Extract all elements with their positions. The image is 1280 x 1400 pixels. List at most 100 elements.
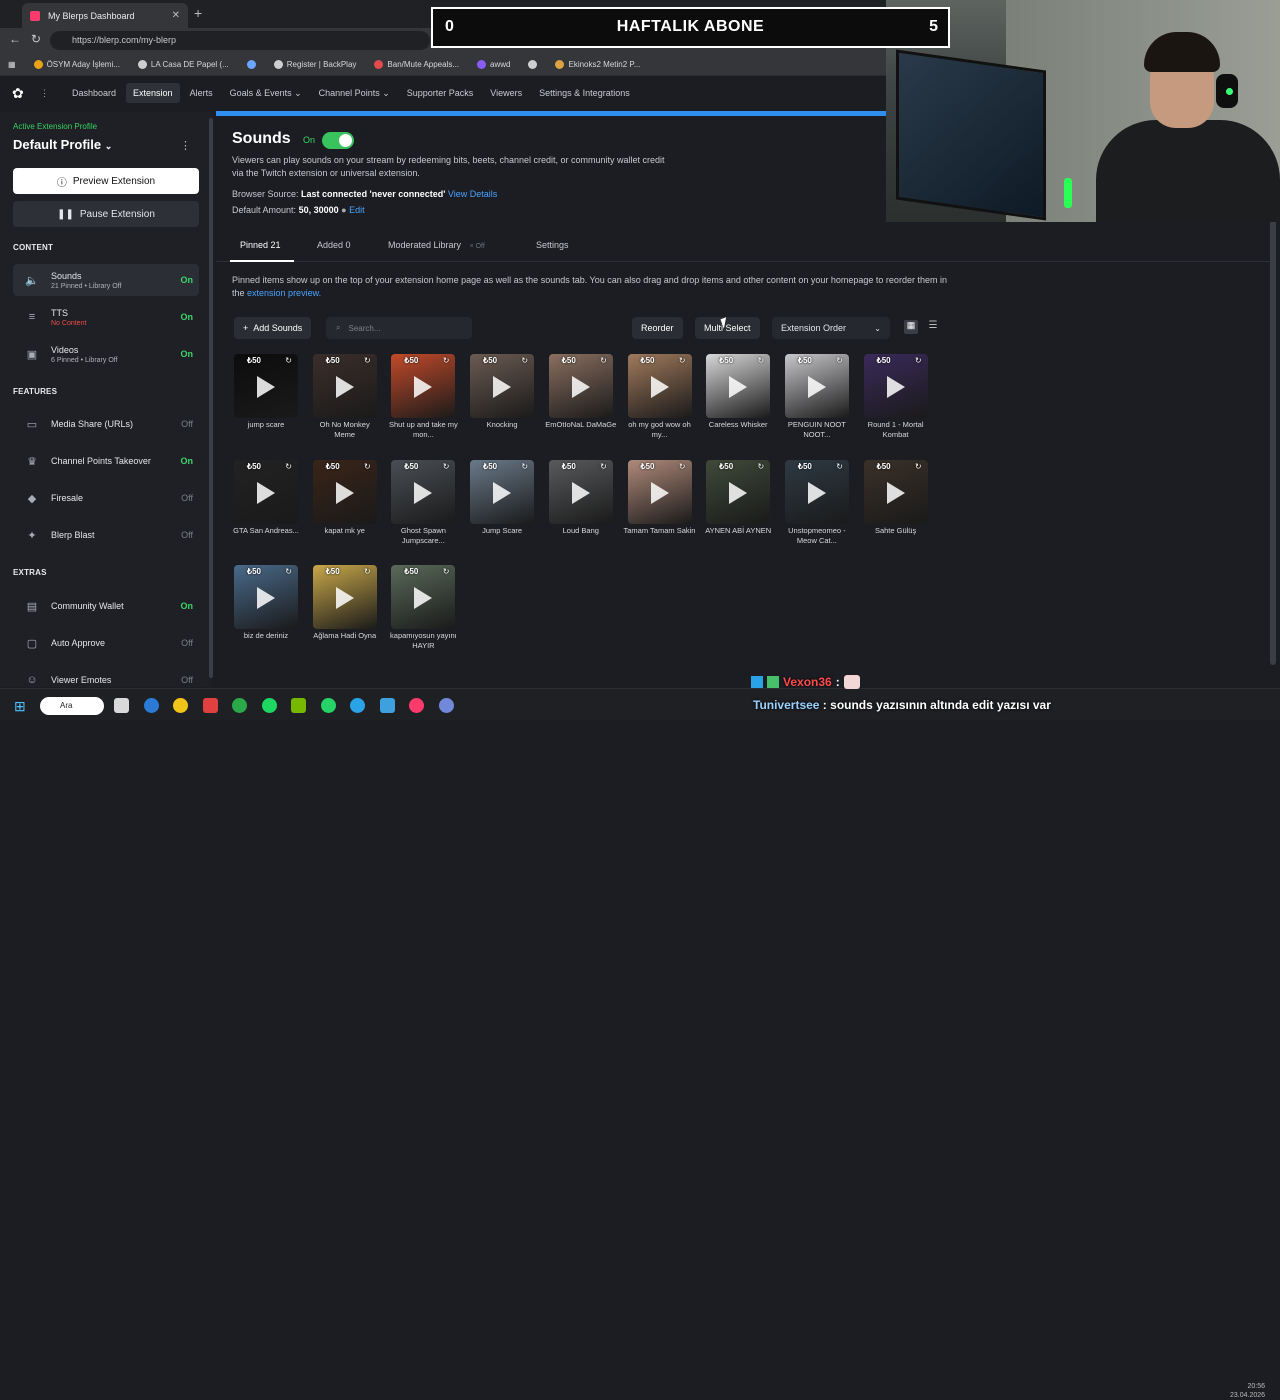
grid-view-icon[interactable]: ▦ [904, 320, 918, 334]
replay-icon[interactable]: ↻ [679, 462, 686, 471]
sidebar-item-firesale[interactable]: ◆ Firesale Off [13, 482, 199, 514]
sound-card[interactable]: ₺50 ↻ Round 1 - Mortal Kombat [863, 354, 928, 444]
apps-icon[interactable]: ▦ [8, 60, 16, 69]
sidebar-item-auto-approve[interactable]: ▢ Auto Approve Off [13, 627, 199, 659]
sidebar-item-blerp-blast[interactable]: ✦ Blerp Blast Off [13, 519, 199, 551]
replay-icon[interactable]: ↻ [600, 356, 607, 365]
play-icon[interactable] [886, 376, 905, 398]
sound-thumbnail[interactable]: ₺50 ↻ [863, 354, 928, 418]
replay-icon[interactable]: ↻ [600, 462, 607, 471]
replay-icon[interactable]: ↻ [285, 356, 292, 365]
bookmark-item[interactable]: Ban/Mute Appeals... [374, 59, 459, 69]
sidebar-item-sounds[interactable]: 🔈 Sounds 21 Pinned • Library Off On [13, 264, 199, 296]
profile-dropdown[interactable]: Default Profile ⌄ [13, 137, 112, 152]
sound-card[interactable]: ₺50 ↻ Unstopmeomeo - Meow Cat... [784, 459, 849, 550]
replay-icon[interactable]: ↻ [364, 356, 371, 365]
tab-added[interactable]: Added 0 [317, 240, 351, 250]
play-icon[interactable] [650, 481, 669, 504]
replay-icon[interactable]: ↻ [443, 356, 450, 365]
replay-icon[interactable]: ↻ [285, 567, 292, 576]
close-tab-icon[interactable]: ✕ [172, 10, 180, 21]
play-icon[interactable] [807, 376, 826, 398]
taskbar-app-icon[interactable] [202, 698, 218, 713]
play-icon[interactable] [335, 587, 354, 609]
sound-card[interactable]: ₺50 ↻ Tamam Tamam Sakin [624, 459, 695, 550]
play-icon[interactable] [729, 376, 748, 398]
bookmark-item[interactable] [528, 59, 538, 69]
bookmark-item[interactable]: ÖSYM Aday İşlemi... [33, 59, 120, 69]
play-icon[interactable] [335, 481, 354, 504]
replay-icon[interactable]: ↻ [915, 462, 922, 471]
sound-card[interactable]: ₺50 ↻ EmOtIoNaL DaMaGe [545, 354, 616, 444]
play-icon[interactable] [335, 376, 354, 398]
sound-card[interactable]: ₺50 ↻ Knocking [470, 354, 535, 444]
sound-card[interactable]: ₺50 ↻ Shut up and take my mon... [389, 354, 458, 444]
sidebar-scrollbar[interactable] [209, 118, 213, 678]
taskbar-app-icon[interactable] [350, 698, 365, 713]
replay-icon[interactable]: ↻ [521, 356, 528, 365]
sound-card[interactable]: ₺50 ↻ GTA San Andreas... [233, 459, 299, 550]
taskbar-app-icon[interactable] [143, 698, 159, 713]
replay-icon[interactable]: ↻ [521, 462, 528, 471]
sound-thumbnail[interactable]: ₺50 ↻ [312, 565, 377, 629]
sidebar-item-channel-points-takeover[interactable]: ♛ Channel Points Takeover On [13, 445, 199, 477]
view-details-link[interactable]: View Details [448, 189, 497, 199]
sound-card[interactable]: ₺50 ↻ Oh No Monkey Meme [312, 354, 377, 444]
taskbar-search[interactable]: Ara [40, 697, 104, 715]
replay-icon[interactable]: ↻ [679, 356, 686, 365]
sound-card[interactable]: ₺50 ↻ Ağlama Hadi Oyna [312, 565, 377, 655]
sound-thumbnail[interactable]: ₺50 ↻ [548, 459, 613, 524]
search-input[interactable]: ⌕ Search... [326, 317, 472, 339]
sound-thumbnail[interactable]: ₺50 ↻ [391, 459, 456, 524]
play-icon[interactable] [414, 587, 433, 609]
bookmark-item[interactable]: Ekinoks2 Metin2 P... [555, 59, 640, 69]
sound-thumbnail[interactable]: ₺50 ↻ [627, 354, 692, 418]
replay-icon[interactable]: ↻ [836, 356, 843, 365]
nav-item-alerts[interactable]: Alerts [183, 83, 220, 103]
play-icon[interactable] [414, 481, 433, 504]
sound-card[interactable]: ₺50 ↻ Careless Whisker [706, 354, 771, 444]
sound-card[interactable]: ₺50 ↻ Loud Bang [548, 459, 613, 550]
taskbar-app-icon[interactable] [409, 698, 424, 713]
taskbar-app-icon[interactable] [232, 698, 247, 713]
play-icon[interactable] [571, 376, 590, 398]
replay-icon[interactable]: ↻ [836, 462, 843, 471]
sound-thumbnail[interactable]: ₺50 ↻ [312, 354, 377, 418]
reorder-button[interactable]: Reorder [632, 317, 683, 339]
sound-thumbnail[interactable]: ₺50 ↻ [706, 459, 771, 524]
sound-thumbnail[interactable]: ₺50 ↻ [470, 354, 535, 418]
play-icon[interactable] [257, 587, 275, 609]
sidebar-item-community-wallet[interactable]: ▤ Community Wallet On [13, 590, 199, 622]
blerp-logo-icon[interactable]: ✿ [12, 85, 28, 101]
sound-thumbnail[interactable]: ₺50 ↻ [548, 354, 613, 418]
replay-icon[interactable]: ↻ [757, 356, 764, 365]
list-view-icon[interactable]: ☰ [926, 320, 940, 334]
sound-card[interactable]: ₺50 ↻ PENGUIN NOOT NOOT... [784, 354, 849, 444]
play-icon[interactable] [257, 376, 275, 398]
nav-item-goals-events[interactable]: Goals & Events ⌄ [223, 83, 309, 104]
play-icon[interactable] [493, 481, 512, 504]
nav-item-supporter-packs[interactable]: Supporter Packs [400, 83, 481, 103]
new-tab-icon[interactable]: + [194, 5, 202, 21]
sound-thumbnail[interactable]: ₺50 ↻ [234, 354, 298, 418]
sound-card[interactable]: ₺50 ↻ biz de deriniz [234, 565, 298, 655]
replay-icon[interactable]: ↻ [915, 356, 922, 365]
replay-icon[interactable]: ↻ [757, 462, 764, 471]
sound-thumbnail[interactable]: ₺50 ↻ [627, 459, 692, 524]
sound-thumbnail[interactable]: ₺50 ↻ [706, 354, 771, 418]
sounds-toggle[interactable] [322, 132, 354, 149]
play-icon[interactable] [257, 481, 275, 504]
bookmark-item[interactable] [246, 59, 256, 69]
bookmark-item[interactable]: LA Casa DE Papel (... [137, 59, 229, 69]
nav-item-settings-integrations[interactable]: Settings & Integrations [532, 83, 637, 103]
replay-icon[interactable]: ↻ [285, 462, 292, 471]
url-field[interactable]: https://blerp.com/my-blerp [50, 31, 430, 50]
sound-card[interactable]: ₺50 ↻ kapamıyosun yayını HAYIR [390, 565, 457, 655]
extension-preview-link[interactable]: extension preview. [247, 288, 321, 298]
back-icon[interactable]: ← [9, 32, 21, 46]
sound-card[interactable]: ₺50 ↻ Ghost Spawn Jumpscare... [391, 459, 456, 550]
play-icon[interactable] [414, 376, 433, 398]
sound-card[interactable]: ₺50 ↻ Jump Scare [470, 459, 535, 550]
tab-settings[interactable]: Settings [536, 240, 569, 250]
sound-thumbnail[interactable]: ₺50 ↻ [391, 354, 456, 418]
